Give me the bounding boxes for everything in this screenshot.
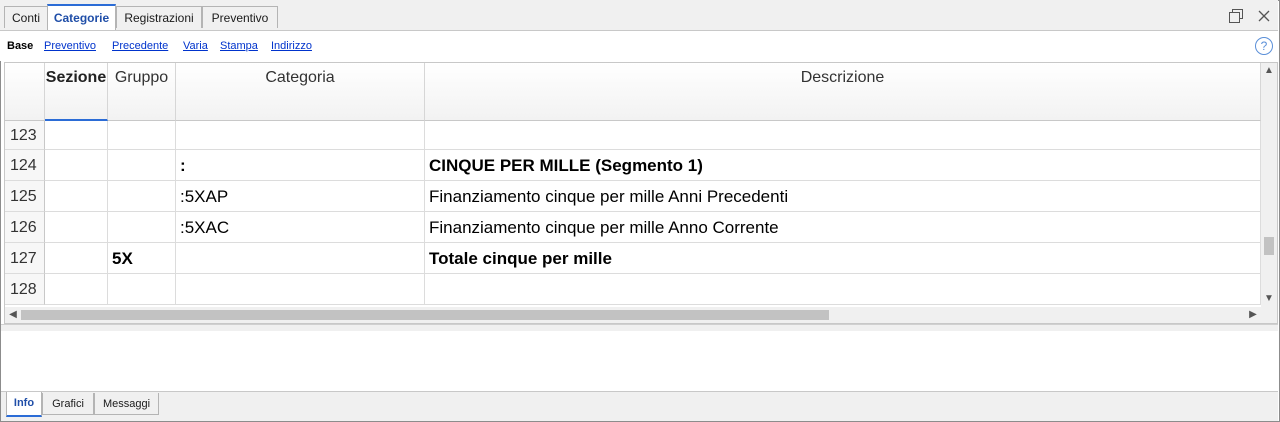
tab-preventivo[interactable]: Preventivo — [202, 6, 278, 28]
table-cell-categoria[interactable] — [176, 243, 425, 274]
table-cell-gruppo[interactable] — [108, 274, 176, 305]
table-cell-descrizione[interactable] — [425, 121, 1261, 150]
table-cell-sezione[interactable] — [45, 243, 108, 274]
tab-info[interactable]: Info — [6, 392, 42, 417]
view-base[interactable]: Base — [7, 40, 33, 52]
column-header-categoria[interactable]: Categoria — [176, 63, 425, 121]
table-cell-gruppo[interactable] — [108, 181, 176, 212]
table-cell-categoria[interactable]: :5XAC — [176, 212, 425, 243]
close-icon[interactable] — [1256, 8, 1272, 24]
view-nav: Base Preventivo Precedente Varia Stampa … — [0, 31, 1278, 61]
bottom-tab-bar: Info Grafici Messaggi — [1, 391, 1278, 421]
table-corner — [5, 63, 45, 121]
table-cell-sezione[interactable] — [45, 150, 108, 181]
vertical-scrollbar[interactable]: ▲ ▼ — [1261, 63, 1277, 307]
tab-registrazioni[interactable]: Registrazioni — [116, 6, 202, 28]
scroll-left-icon[interactable]: ◀ — [5, 307, 21, 323]
row-number[interactable]: 124 — [5, 150, 45, 181]
row-number[interactable]: 126 — [5, 212, 45, 243]
view-varia-link[interactable]: Varia — [183, 40, 208, 52]
view-stampa-link[interactable]: Stampa — [220, 40, 258, 52]
scroll-right-icon[interactable]: ▶ — [1245, 307, 1261, 323]
view-precedente-link[interactable]: Precedente — [112, 40, 168, 52]
table-cell-categoria[interactable]: : — [176, 150, 425, 181]
table-cell-descrizione[interactable] — [425, 274, 1261, 305]
table-cell-sezione[interactable] — [45, 212, 108, 243]
categories-table: Sezione Gruppo Categoria Descrizione 123… — [4, 62, 1278, 324]
row-number[interactable]: 123 — [5, 121, 45, 150]
row-number[interactable]: 125 — [5, 181, 45, 212]
table-cell-gruppo[interactable] — [108, 121, 176, 150]
scroll-up-icon[interactable]: ▲ — [1261, 63, 1277, 79]
tab-messaggi[interactable]: Messaggi — [94, 393, 159, 415]
table-cell-descrizione[interactable]: Finanziamento cinque per mille Anno Corr… — [425, 212, 1261, 243]
column-header-descrizione[interactable]: Descrizione — [425, 63, 1261, 121]
top-tab-bar: Conti Categorie Registrazioni Preventivo — [0, 0, 1278, 31]
table-cell-categoria[interactable] — [176, 274, 425, 305]
view-indirizzo-link[interactable]: Indirizzo — [271, 40, 312, 52]
horizontal-scrollbar[interactable]: ◀ ▶ — [5, 307, 1277, 323]
panel-splitter[interactable] — [1, 324, 1278, 331]
tab-grafici[interactable]: Grafici — [42, 393, 94, 415]
column-header-gruppo[interactable]: Gruppo — [108, 63, 176, 121]
table-cell-descrizione[interactable]: CINQUE PER MILLE (Segmento 1) — [425, 150, 1261, 181]
table-cell-categoria[interactable] — [176, 121, 425, 150]
view-preventivo-link[interactable]: Preventivo — [44, 40, 96, 52]
table-cell-sezione[interactable] — [45, 181, 108, 212]
row-number[interactable]: 128 — [5, 274, 45, 305]
horizontal-scroll-thumb[interactable] — [21, 310, 829, 320]
table-cell-gruppo[interactable] — [108, 150, 176, 181]
column-header-sezione[interactable]: Sezione — [45, 63, 108, 121]
scroll-down-icon[interactable]: ▼ — [1261, 291, 1277, 307]
restore-window-icon[interactable] — [1228, 8, 1244, 24]
table-cell-sezione[interactable] — [45, 121, 108, 150]
help-icon[interactable]: ? — [1255, 37, 1273, 55]
vertical-scroll-thumb[interactable] — [1264, 237, 1274, 255]
row-number[interactable]: 127 — [5, 243, 45, 274]
table-cell-categoria[interactable]: :5XAP — [176, 181, 425, 212]
table-cell-descrizione[interactable]: Totale cinque per mille — [425, 243, 1261, 274]
table-cell-descrizione[interactable]: Finanziamento cinque per mille Anni Prec… — [425, 181, 1261, 212]
table-cell-sezione[interactable] — [45, 274, 108, 305]
table-cell-gruppo[interactable]: 5X — [108, 243, 176, 274]
table-cell-gruppo[interactable] — [108, 212, 176, 243]
tab-conti[interactable]: Conti — [4, 6, 48, 28]
tab-categorie[interactable]: Categorie — [47, 4, 116, 30]
